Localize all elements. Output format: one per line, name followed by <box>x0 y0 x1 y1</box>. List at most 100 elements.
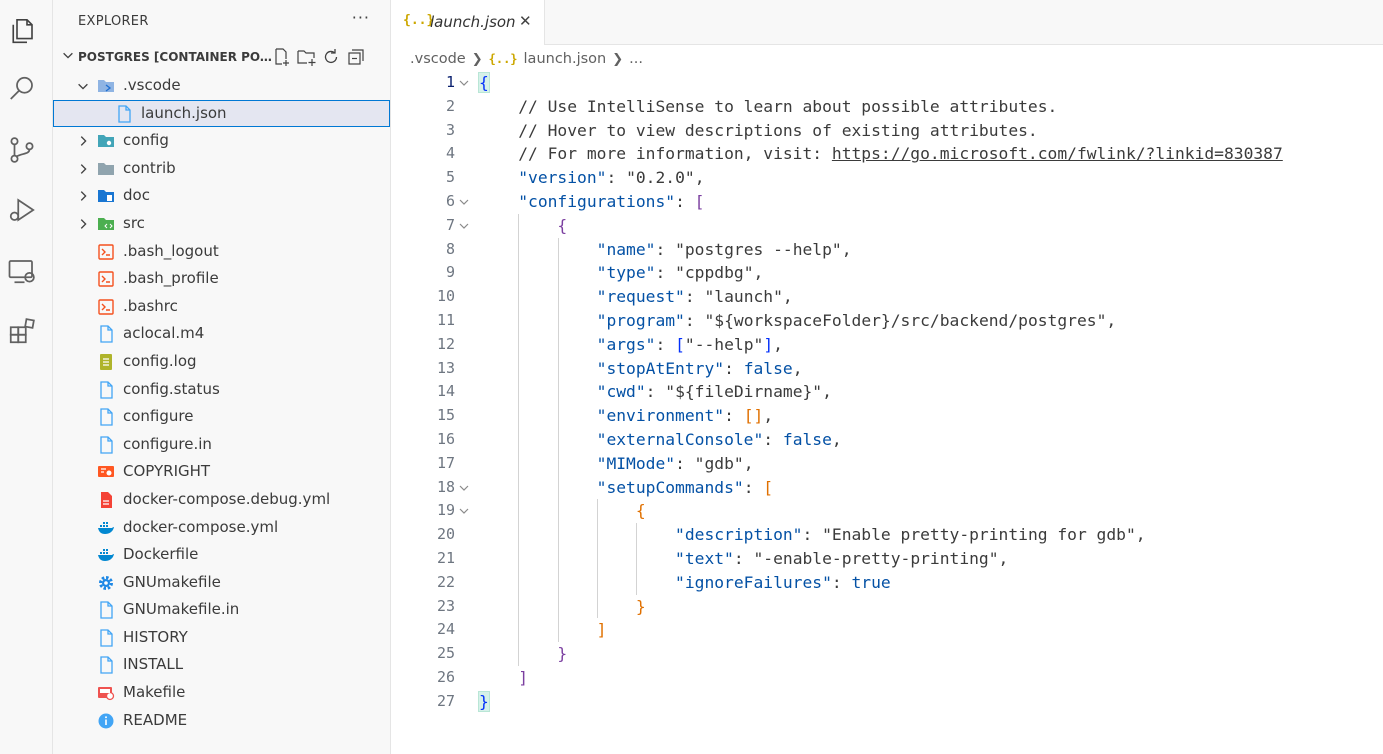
code-line[interactable]: 18 "setupCommands": [ <box>391 475 1383 500</box>
run-debug-icon[interactable] <box>0 188 44 232</box>
tree-item[interactable]: config <box>53 127 390 155</box>
code-line[interactable]: 16 "externalConsole": false, <box>391 427 1383 452</box>
code-text: // Hover to view descriptions of existin… <box>518 120 1038 140</box>
explorer-icon[interactable] <box>0 9 44 53</box>
code-line[interactable]: 3 // Hover to view descriptions of exist… <box>391 119 1383 143</box>
code-line[interactable]: 4 // For more information, visit: https:… <box>391 142 1383 166</box>
remote-explorer-icon[interactable] <box>0 249 44 293</box>
tree-item[interactable]: GNUmakefile.in <box>53 596 390 624</box>
extensions-icon[interactable] <box>0 309 44 353</box>
search-icon[interactable] <box>0 67 44 111</box>
code-line[interactable]: 2 // Use IntelliSense to learn about pos… <box>391 95 1383 119</box>
tree-item[interactable]: Makefile <box>53 679 390 707</box>
tree-item[interactable]: configure <box>53 403 390 431</box>
more-actions-icon[interactable]: ··· <box>352 8 370 27</box>
breadcrumb-folder[interactable]: .vscode <box>410 51 466 67</box>
vscode-window: EXPLORER ··· POSTGRES [CONTAINER PO... .… <box>0 0 1383 754</box>
code-line[interactable]: 12 "args": ["--help"], <box>391 332 1383 357</box>
chevron-right-icon[interactable] <box>76 217 90 231</box>
tree-item[interactable]: .bashrc <box>53 293 390 321</box>
code-text: } <box>635 596 646 616</box>
tree-item[interactable]: Dockerfile <box>53 541 390 569</box>
tab-launch-json[interactable]: {..} launch.json ✕ <box>391 0 545 45</box>
tree-item[interactable]: .bash_profile <box>53 265 390 293</box>
fold-chevron-icon[interactable] <box>458 77 470 89</box>
tree-item[interactable]: COPYRIGHT <box>53 458 390 486</box>
line-number: 24 <box>436 620 455 639</box>
chevron-right-icon[interactable] <box>76 134 90 148</box>
code-text: "request": "launch", <box>596 287 793 307</box>
code-line[interactable]: 23 } <box>391 594 1383 619</box>
license-file-icon <box>97 463 115 481</box>
generic-file-icon <box>97 436 115 454</box>
tree-item[interactable]: configure.in <box>53 431 390 459</box>
workspace-section-header[interactable]: POSTGRES [CONTAINER PO... <box>53 45 390 71</box>
tree-item[interactable]: docker-compose.yml <box>53 514 390 542</box>
tree-item[interactable]: launch.json <box>53 99 390 128</box>
code-line[interactable]: 9 "type": "cppdbg", <box>391 261 1383 286</box>
code-line[interactable]: 7 { <box>391 213 1383 238</box>
breadcrumb-symbols[interactable]: ... <box>629 51 643 67</box>
code-line[interactable]: 13 "stopAtEntry": false, <box>391 356 1383 381</box>
code-line[interactable]: 22 "ignoreFailures": true <box>391 570 1383 595</box>
info-file-icon <box>97 712 115 730</box>
new-file-icon[interactable] <box>271 47 291 67</box>
line-number: 27 <box>436 691 455 710</box>
yaml-file-icon <box>97 491 115 509</box>
generic-file-icon <box>97 408 115 426</box>
fold-chevron-icon[interactable] <box>458 505 470 517</box>
fold-chevron-icon[interactable] <box>458 196 470 208</box>
fold-chevron-icon[interactable] <box>458 220 470 232</box>
terminal-file-icon <box>97 243 115 261</box>
chevron-down-icon[interactable] <box>76 79 90 93</box>
refresh-icon[interactable] <box>321 47 341 67</box>
code-line[interactable]: 24 ] <box>391 618 1383 643</box>
code-line[interactable]: 26 ] <box>391 666 1383 690</box>
code-line[interactable]: 5 "version": "0.2.0", <box>391 166 1383 190</box>
code-line[interactable]: 15 "environment": [], <box>391 404 1383 428</box>
close-icon[interactable]: ✕ <box>519 12 532 30</box>
code-text: "externalConsole": false, <box>596 429 842 449</box>
tree-item[interactable]: aclocal.m4 <box>53 320 390 348</box>
tree-item[interactable]: contrib <box>53 155 390 183</box>
folder-icon <box>97 160 115 178</box>
tree-item[interactable]: GNUmakefile <box>53 569 390 597</box>
code-text: "setupCommands": [ <box>596 477 774 497</box>
code-line[interactable]: 14 "cwd": "${fileDirname}", <box>391 380 1383 405</box>
code-line[interactable]: 19 { <box>391 499 1383 524</box>
code-line[interactable]: 17 "MIMode": "gdb", <box>391 451 1383 476</box>
tree-item[interactable]: config.status <box>53 376 390 404</box>
code-line[interactable]: 25 } <box>391 642 1383 666</box>
collapse-all-icon[interactable] <box>346 47 366 67</box>
tree-item[interactable]: docker-compose.debug.yml <box>53 486 390 514</box>
tree-item[interactable]: src <box>53 210 390 238</box>
tree-item-label: docker-compose.debug.yml <box>123 489 331 508</box>
json-file-icon <box>115 104 133 123</box>
tree-item[interactable]: HISTORY <box>53 624 390 652</box>
code-line[interactable]: 10 "request": "launch", <box>391 285 1383 309</box>
code-line[interactable]: 1{ <box>391 71 1383 95</box>
chevron-right-icon[interactable] <box>76 162 90 176</box>
line-number: 8 <box>445 239 455 258</box>
fold-chevron-icon[interactable] <box>458 482 470 494</box>
code-editor[interactable]: 1{2 // Use IntelliSense to learn about p… <box>391 71 1383 714</box>
tree-item[interactable]: INSTALL <box>53 651 390 679</box>
tree-item[interactable]: README <box>53 707 390 735</box>
source-control-icon[interactable] <box>0 128 44 172</box>
code-text: "ignoreFailures": true <box>675 572 891 592</box>
code-line[interactable]: 21 "text": "-enable-pretty-printing", <box>391 546 1383 571</box>
code-line[interactable]: 8 "name": "postgres --help", <box>391 237 1383 262</box>
tree-item[interactable]: config.log <box>53 348 390 376</box>
code-text: // Use IntelliSense to learn about possi… <box>518 96 1058 116</box>
tree-item[interactable]: .vscode <box>53 72 390 100</box>
new-folder-icon[interactable] <box>296 47 316 67</box>
tree-item[interactable]: doc <box>53 182 390 210</box>
code-line[interactable]: 6 "configurations": [ <box>391 190 1383 214</box>
chevron-right-icon[interactable] <box>76 189 90 203</box>
breadcrumb-file[interactable]: launch.json <box>524 51 607 67</box>
section-actions <box>271 47 366 67</box>
code-line[interactable]: 11 "program": "${workspaceFolder}/src/ba… <box>391 308 1383 333</box>
code-line[interactable]: 20 "description": "Enable pretty-printin… <box>391 523 1383 547</box>
tree-item[interactable]: .bash_logout <box>53 238 390 266</box>
code-line[interactable]: 27} <box>391 690 1383 714</box>
